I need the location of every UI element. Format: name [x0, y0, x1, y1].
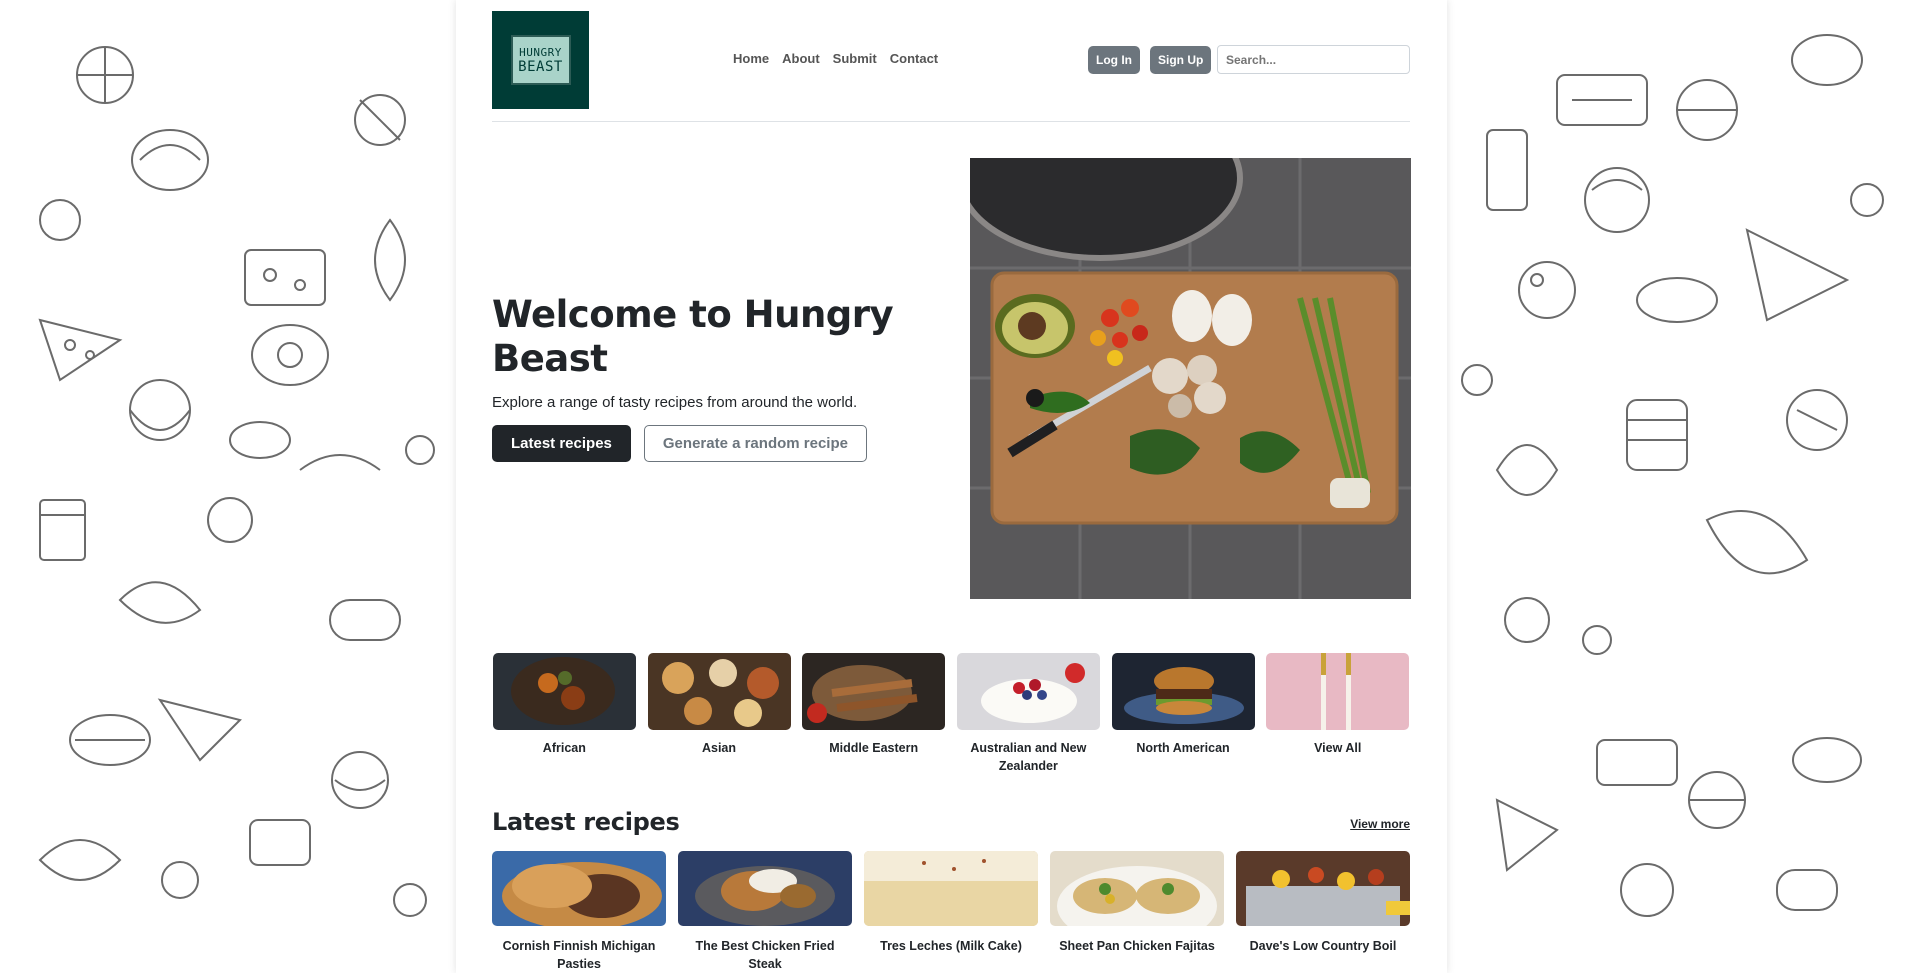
- category-card-north-american[interactable]: North American: [1111, 653, 1256, 773]
- latest-recipes-button[interactable]: Latest recipes: [492, 425, 631, 462]
- recipe-title: Tres Leches (Milk Cake): [880, 939, 1022, 953]
- main-nav: Home About Submit Contact: [733, 51, 951, 66]
- category-image: [492, 653, 636, 730]
- auth-buttons: Log In Sign Up: [1088, 46, 1212, 74]
- category-label: Middle Eastern: [829, 741, 919, 755]
- site-header: HUNGRY BEAST Home About Submit Contact L…: [492, 11, 1410, 122]
- site-logo[interactable]: HUNGRY BEAST: [492, 11, 589, 109]
- category-card-view-all[interactable]: View All: [1265, 653, 1410, 773]
- category-card-australian-nz[interactable]: Australian and New Zealander: [956, 653, 1101, 773]
- recipe-image: [1236, 851, 1410, 926]
- category-card-african[interactable]: African: [492, 653, 637, 773]
- category-card-middle-eastern[interactable]: Middle Eastern: [801, 653, 946, 773]
- hero-buttons: Latest recipes Generate a random recipe: [492, 425, 912, 462]
- category-image: [1266, 653, 1410, 730]
- nav-contact[interactable]: Contact: [890, 51, 938, 66]
- category-image: [647, 653, 791, 730]
- page-content: HUNGRY BEAST Home About Submit Contact L…: [456, 0, 1447, 973]
- nav-about[interactable]: About: [782, 51, 820, 66]
- latest-recipes-header: Latest recipes View more: [492, 808, 1410, 838]
- category-label: View All: [1314, 741, 1362, 755]
- recipe-card[interactable]: Cornish Finnish Michigan Pasties: [492, 851, 666, 973]
- recipe-image: [1050, 851, 1224, 926]
- hero-text: Welcome to Hungry Beast Explore a range …: [492, 293, 912, 462]
- doodle-background-right: [1447, 0, 1905, 973]
- logo-line1: HUNGRY: [519, 45, 562, 59]
- latest-recipes-list: Cornish Finnish Michigan Pasties The Bes…: [492, 851, 1410, 973]
- logo-line2: BEAST: [518, 58, 563, 75]
- nav-submit[interactable]: Submit: [833, 51, 877, 66]
- recipe-title: Cornish Finnish Michigan Pasties: [502, 939, 656, 971]
- recipe-title: Sheet Pan Chicken Fajitas: [1059, 939, 1215, 953]
- category-label: African: [542, 741, 586, 755]
- recipe-image: [492, 851, 666, 926]
- category-image: [956, 653, 1100, 730]
- hero-title: Welcome to Hungry Beast: [492, 293, 894, 380]
- hero-subtitle: Explore a range of tasty recipes from ar…: [492, 394, 858, 411]
- recipe-card[interactable]: Sheet Pan Chicken Fajitas: [1050, 851, 1224, 973]
- recipe-title: The Best Chicken Fried Steak: [695, 939, 835, 971]
- logo-badge: HUNGRY BEAST: [510, 35, 571, 85]
- hero-image: [970, 158, 1411, 599]
- category-label: Asian: [701, 741, 737, 755]
- random-recipe-button[interactable]: Generate a random recipe: [643, 425, 867, 462]
- nav-home[interactable]: Home: [733, 51, 769, 66]
- category-list: African Asian Middle Eastern Australian …: [492, 653, 1410, 773]
- doodle-background-left: [0, 0, 456, 973]
- recipe-card[interactable]: Tres Leches (Milk Cake): [864, 851, 1038, 973]
- category-image: [1111, 653, 1255, 730]
- category-image: [802, 653, 946, 730]
- view-more-link[interactable]: View more: [1350, 817, 1410, 831]
- recipe-image: [864, 851, 1038, 926]
- recipe-card[interactable]: Dave's Low Country Boil: [1236, 851, 1410, 973]
- recipe-image: [678, 851, 852, 926]
- recipe-title: Dave's Low Country Boil: [1249, 939, 1397, 953]
- login-button[interactable]: Log In: [1088, 46, 1140, 74]
- hero-section: Welcome to Hungry Beast Explore a range …: [492, 158, 1411, 599]
- signup-button[interactable]: Sign Up: [1150, 46, 1212, 74]
- search-input[interactable]: [1217, 45, 1410, 74]
- recipe-card[interactable]: The Best Chicken Fried Steak: [678, 851, 852, 973]
- category-card-asian[interactable]: Asian: [647, 653, 792, 773]
- category-label: North American: [1136, 741, 1230, 755]
- category-label: Australian and New Zealander: [970, 741, 1087, 773]
- latest-recipes-heading: Latest recipes: [492, 808, 680, 836]
